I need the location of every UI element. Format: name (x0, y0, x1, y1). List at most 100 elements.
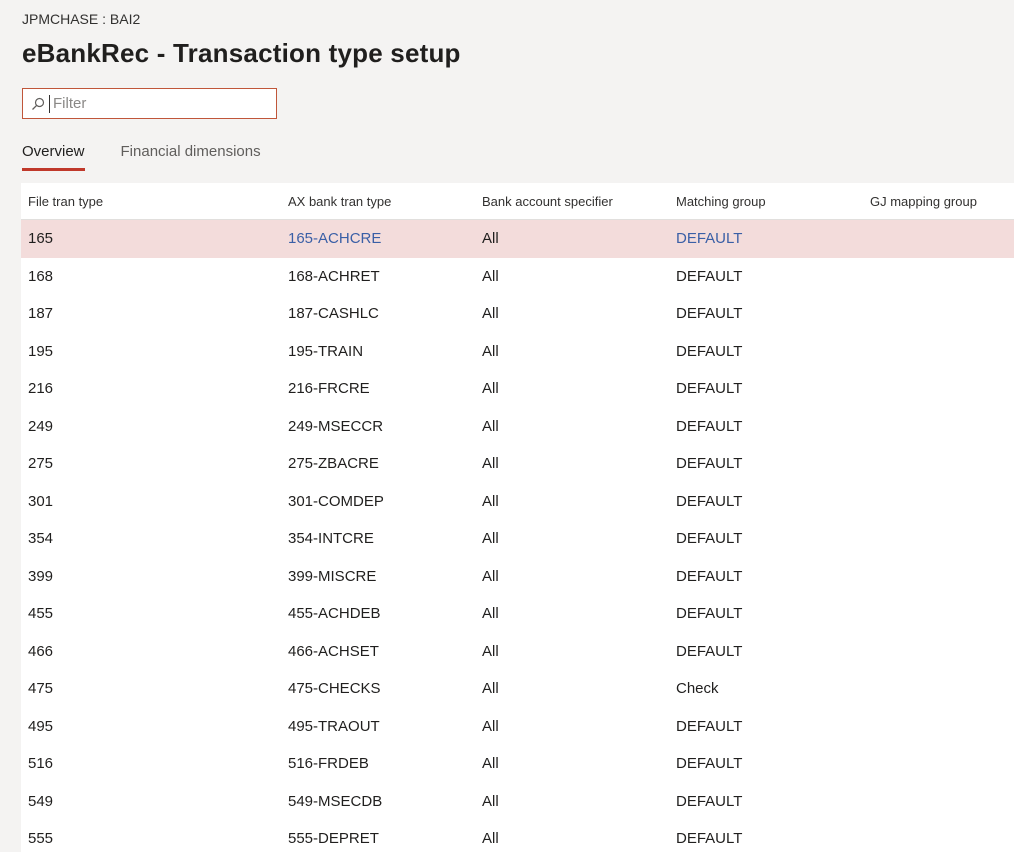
file-tran-type-cell[interactable]: 354 (21, 530, 288, 547)
table-row[interactable]: 399 399-MISCRE All DEFAULT (21, 558, 1014, 596)
table-row[interactable]: 187 187-CASHLC All DEFAULT (21, 295, 1014, 333)
ax-bank-tran-type-cell[interactable]: 475-CHECKS (288, 680, 482, 697)
file-tran-type-cell[interactable]: 475 (21, 680, 288, 697)
bank-account-specifier-cell[interactable]: All (482, 380, 676, 397)
matching-group-cell[interactable]: DEFAULT (676, 530, 870, 547)
file-tran-type-cell[interactable]: 466 (21, 643, 288, 660)
file-tran-type-cell[interactable]: 549 (21, 793, 288, 810)
matching-group-cell[interactable]: DEFAULT (676, 305, 870, 322)
ax-bank-tran-type-cell[interactable]: 195-TRAIN (288, 343, 482, 360)
file-tran-type-cell[interactable]: 165 (21, 230, 288, 247)
file-tran-type-cell[interactable]: 555 (21, 830, 288, 847)
matching-group-cell[interactable]: DEFAULT (676, 718, 870, 735)
bank-account-specifier-cell[interactable]: All (482, 718, 676, 735)
ax-bank-tran-type-cell[interactable]: 455-ACHDEB (288, 605, 482, 622)
bank-account-specifier-cell[interactable]: All (482, 605, 676, 622)
bank-account-specifier-cell[interactable]: All (482, 793, 676, 810)
bank-account-specifier-cell[interactable]: All (482, 418, 676, 435)
table-row[interactable]: 301 301-COMDEP All DEFAULT (21, 483, 1014, 521)
bank-account-specifier-cell[interactable]: All (482, 455, 676, 472)
search-icon (27, 89, 49, 118)
table-row[interactable]: 249 249-MSECCR All DEFAULT (21, 408, 1014, 446)
file-tran-type-cell[interactable]: 516 (21, 755, 288, 772)
file-tran-type-cell[interactable]: 455 (21, 605, 288, 622)
ax-bank-tran-type-cell[interactable]: 354-INTCRE (288, 530, 482, 547)
matching-group-cell[interactable]: DEFAULT (676, 230, 870, 247)
bank-account-specifier-cell[interactable]: All (482, 230, 676, 247)
bank-account-specifier-cell[interactable]: All (482, 343, 676, 360)
table-row[interactable]: 466 466-ACHSET All DEFAULT (21, 633, 1014, 671)
matching-group-cell[interactable]: DEFAULT (676, 418, 870, 435)
table-row[interactable]: 475 475-CHECKS All Check (21, 670, 1014, 708)
file-tran-type-cell[interactable]: 187 (21, 305, 288, 322)
matching-group-cell[interactable]: DEFAULT (676, 568, 870, 585)
column-header-matching-group[interactable]: Matching group (676, 194, 870, 209)
column-header-gj-mapping-group[interactable]: GJ mapping group (870, 194, 1014, 209)
bank-account-specifier-cell[interactable]: All (482, 530, 676, 547)
ax-bank-tran-type-cell[interactable]: 249-MSECCR (288, 418, 482, 435)
filter-input[interactable] (49, 94, 263, 113)
table-row[interactable]: 455 455-ACHDEB All DEFAULT (21, 595, 1014, 633)
file-tran-type-cell[interactable]: 216 (21, 380, 288, 397)
ax-bank-tran-type-cell[interactable]: 399-MISCRE (288, 568, 482, 585)
table-row[interactable]: 516 516-FRDEB All DEFAULT (21, 745, 1014, 783)
ax-bank-tran-type-cell[interactable]: 495-TRAOUT (288, 718, 482, 735)
bank-account-specifier-cell[interactable]: All (482, 305, 676, 322)
file-tran-type-cell[interactable]: 275 (21, 455, 288, 472)
ax-bank-tran-type-cell[interactable]: 549-MSECDB (288, 793, 482, 810)
matching-group-cell[interactable]: DEFAULT (676, 755, 870, 772)
column-header-bank-account-specifier[interactable]: Bank account specifier (482, 194, 676, 209)
tab-strip: Overview Financial dimensions (22, 141, 297, 173)
filter-box[interactable] (22, 88, 277, 119)
ax-bank-tran-type-cell[interactable]: 187-CASHLC (288, 305, 482, 322)
matching-group-cell[interactable]: DEFAULT (676, 380, 870, 397)
ax-bank-tran-type-cell[interactable]: 165-ACHCRE (288, 230, 482, 247)
matching-group-cell[interactable]: DEFAULT (676, 268, 870, 285)
table-row[interactable]: 165 165-ACHCRE All DEFAULT (21, 220, 1014, 258)
bank-account-specifier-cell[interactable]: All (482, 830, 676, 847)
ax-bank-tran-type-cell[interactable]: 466-ACHSET (288, 643, 482, 660)
file-tran-type-cell[interactable]: 168 (21, 268, 288, 285)
bank-account-specifier-cell[interactable]: All (482, 568, 676, 585)
bank-account-specifier-cell[interactable]: All (482, 680, 676, 697)
matching-group-cell[interactable]: DEFAULT (676, 493, 870, 510)
file-tran-type-cell[interactable]: 495 (21, 718, 288, 735)
table-row[interactable]: 354 354-INTCRE All DEFAULT (21, 520, 1014, 558)
page-caption: JPMCHASE : BAI2 (22, 11, 141, 27)
bank-account-specifier-cell[interactable]: All (482, 643, 676, 660)
table-row[interactable]: 549 549-MSECDB All DEFAULT (21, 783, 1014, 821)
matching-group-cell[interactable]: DEFAULT (676, 830, 870, 847)
ax-bank-tran-type-cell[interactable]: 301-COMDEP (288, 493, 482, 510)
transaction-type-grid: File tran type AX bank tran type Bank ac… (21, 183, 1014, 852)
ax-bank-tran-type-cell[interactable]: 275-ZBACRE (288, 455, 482, 472)
table-row[interactable]: 495 495-TRAOUT All DEFAULT (21, 708, 1014, 746)
tab-financial-dimensions[interactable]: Financial dimensions (121, 141, 261, 171)
table-row[interactable]: 195 195-TRAIN All DEFAULT (21, 333, 1014, 371)
table-row[interactable]: 216 216-FRCRE All DEFAULT (21, 370, 1014, 408)
ax-bank-tran-type-cell[interactable]: 168-ACHRET (288, 268, 482, 285)
ax-bank-tran-type-cell[interactable]: 516-FRDEB (288, 755, 482, 772)
matching-group-cell[interactable]: DEFAULT (676, 605, 870, 622)
matching-group-cell[interactable]: DEFAULT (676, 793, 870, 810)
matching-group-cell[interactable]: DEFAULT (676, 455, 870, 472)
page-title: eBankRec - Transaction type setup (22, 38, 461, 68)
matching-group-cell[interactable]: DEFAULT (676, 343, 870, 360)
bank-account-specifier-cell[interactable]: All (482, 268, 676, 285)
column-header-file-tran-type[interactable]: File tran type (21, 194, 288, 209)
file-tran-type-cell[interactable]: 399 (21, 568, 288, 585)
bank-account-specifier-cell[interactable]: All (482, 493, 676, 510)
column-header-ax-bank-tran-type[interactable]: AX bank tran type (288, 194, 482, 209)
table-row[interactable]: 275 275-ZBACRE All DEFAULT (21, 445, 1014, 483)
ax-bank-tran-type-cell[interactable]: 216-FRCRE (288, 380, 482, 397)
matching-group-cell[interactable]: DEFAULT (676, 643, 870, 660)
file-tran-type-cell[interactable]: 301 (21, 493, 288, 510)
tab-overview[interactable]: Overview (22, 141, 85, 171)
file-tran-type-cell[interactable]: 249 (21, 418, 288, 435)
grid-header: File tran type AX bank tran type Bank ac… (21, 183, 1014, 220)
bank-account-specifier-cell[interactable]: All (482, 755, 676, 772)
ax-bank-tran-type-cell[interactable]: 555-DEPRET (288, 830, 482, 847)
matching-group-cell[interactable]: Check (676, 680, 870, 697)
table-row[interactable]: 555 555-DEPRET All DEFAULT (21, 820, 1014, 852)
table-row[interactable]: 168 168-ACHRET All DEFAULT (21, 258, 1014, 296)
file-tran-type-cell[interactable]: 195 (21, 343, 288, 360)
